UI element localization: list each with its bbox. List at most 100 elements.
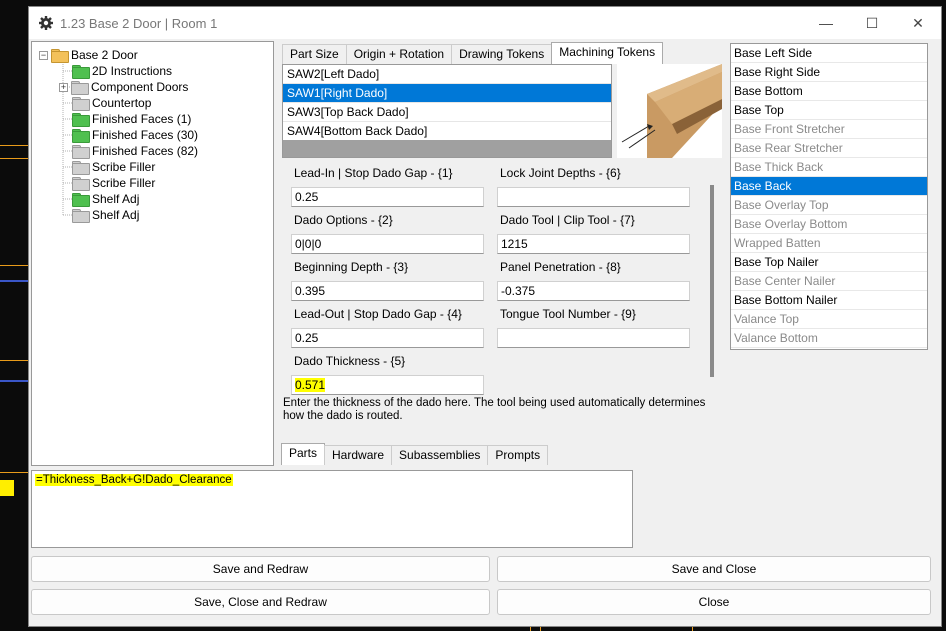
- part-list-item[interactable]: Base Overlay Bottom: [731, 215, 927, 234]
- tree-item[interactable]: + Component Doors: [59, 79, 188, 95]
- background-line: [0, 380, 28, 382]
- formula-text: =Thickness_Back+G!Dado_Clearance: [35, 474, 233, 486]
- folder-icon: [71, 81, 89, 95]
- part-list-item[interactable]: Base Front Stretcher: [731, 120, 927, 139]
- title-bar[interactable]: 1.23 Base 2 Door | Room 1 — ☐ ✕: [29, 7, 941, 39]
- tree-item-label: Finished Faces (82): [92, 144, 199, 158]
- formula-editor[interactable]: =Thickness_Back+G!Dado_Clearance: [31, 470, 633, 548]
- tree-item-label: Finished Faces (30): [92, 128, 199, 142]
- tab-prompts[interactable]: Prompts: [487, 445, 549, 465]
- tab-drawing-tokens[interactable]: Drawing Tokens: [451, 44, 553, 64]
- tree-item[interactable]: Finished Faces (30): [72, 127, 198, 143]
- tree-item[interactable]: Scribe Filler: [72, 175, 155, 191]
- part-list-item[interactable]: Base Right Side: [731, 63, 927, 82]
- param-label-5: Dado Thickness - {5}: [294, 354, 406, 368]
- tree-item[interactable]: Countertop: [72, 95, 151, 111]
- part-list-item[interactable]: Valance Top: [731, 310, 927, 329]
- tree-item-label: Scribe Filler: [92, 160, 156, 174]
- param-input-3[interactable]: 0.395: [291, 281, 484, 301]
- tree-item-label: Component Doors: [91, 80, 189, 94]
- close-button[interactable]: Close: [497, 589, 931, 615]
- tab-parts[interactable]: Parts: [281, 443, 326, 465]
- background-line: [0, 158, 28, 159]
- tab-subassemblies[interactable]: Subassemblies: [391, 445, 489, 465]
- param-input-5[interactable]: 0.571: [291, 375, 484, 395]
- tree-item[interactable]: 2D Instructions: [72, 63, 172, 79]
- param-input-8[interactable]: -0.375: [497, 281, 690, 301]
- dado-preview-drawing: [621, 64, 722, 158]
- background-line: [0, 472, 28, 473]
- tree-item-label: 2D Instructions: [92, 64, 173, 78]
- param-label-7: Dado Tool | Clip Tool - {7}: [500, 213, 635, 227]
- param-label-4: Lead-Out | Stop Dado Gap - {4}: [294, 307, 462, 321]
- save-and-redraw-button[interactable]: Save and Redraw: [31, 556, 490, 582]
- param-input-7[interactable]: 1215: [497, 234, 690, 254]
- param-input-9[interactable]: [497, 328, 690, 348]
- folder-icon: [72, 177, 90, 191]
- part-list-item[interactable]: Base Center Nailer: [731, 272, 927, 291]
- tree-root[interactable]: − Base 2 Door: [39, 47, 138, 63]
- tab-machining-tokens[interactable]: Machining Tokens: [551, 42, 664, 64]
- tree-item[interactable]: Finished Faces (1): [72, 111, 191, 127]
- param-input-1[interactable]: 0.25: [291, 187, 484, 207]
- folder-icon: [72, 209, 90, 223]
- assembly-tree[interactable]: − Base 2 Door 2D Instructions + Component …: [31, 41, 274, 466]
- param-label-1: Lead-In | Stop Dado Gap - {1}: [294, 166, 453, 180]
- token-list-item[interactable]: SAW4[Bottom Back Dado]: [283, 122, 611, 141]
- maximize-button[interactable]: ☐: [849, 7, 895, 39]
- part-list-item[interactable]: Wrapped Batten: [731, 234, 927, 253]
- part-list-item[interactable]: Base Bottom: [731, 82, 927, 101]
- token-list-item[interactable]: SAW1[Right Dado]: [283, 84, 611, 103]
- param-label-9: Tongue Tool Number - {9}: [500, 307, 636, 321]
- tree-item-label: Scribe Filler: [92, 176, 156, 190]
- part-list-item[interactable]: Base Top: [731, 101, 927, 120]
- tree-item[interactable]: Shelf Adj: [72, 191, 139, 207]
- folder-icon: [72, 113, 90, 127]
- folder-open-icon: [51, 49, 69, 63]
- folder-icon: [72, 145, 90, 159]
- top-tabstrip: Part Size Origin + Rotation Drawing Tokens…: [282, 42, 664, 64]
- part-list-item[interactable]: Base Overlay Top: [731, 196, 927, 215]
- machining-token-list[interactable]: SAW2[Left Dado] SAW1[Right Dado] SAW3[Top …: [282, 64, 612, 158]
- param-input-5-value: 0.571: [295, 378, 326, 392]
- folder-icon: [72, 193, 90, 207]
- expand-icon[interactable]: +: [59, 82, 68, 92]
- tab-part-size[interactable]: Part Size: [282, 44, 347, 64]
- part-list-item[interactable]: Base Bottom Nailer: [731, 291, 927, 310]
- background-line: [0, 145, 28, 146]
- tree-item[interactable]: Shelf Adj: [72, 207, 139, 223]
- background-line: [0, 280, 28, 282]
- params-scrollbar[interactable]: [710, 185, 714, 377]
- minimize-button[interactable]: —: [803, 7, 849, 39]
- param-input-4[interactable]: 0.25: [291, 328, 484, 348]
- background-line: [0, 265, 28, 266]
- part-list-item[interactable]: Valance Bottom: [731, 329, 927, 348]
- tree-root-label: Base 2 Door: [71, 48, 138, 62]
- part-list-item[interactable]: Base Left Side: [731, 44, 927, 63]
- part-list-item[interactable]: Base Thick Back: [731, 158, 927, 177]
- folder-icon: [72, 97, 90, 111]
- save-close-redraw-button[interactable]: Save, Close and Redraw: [31, 589, 490, 615]
- part-list-item[interactable]: Base Top Nailer: [731, 253, 927, 272]
- token-list-item[interactable]: SAW3[Top Back Dado]: [283, 103, 611, 122]
- close-window-button[interactable]: ✕: [895, 7, 941, 39]
- dado-preview-image: [617, 64, 722, 158]
- part-list-item[interactable]: Base Back: [731, 177, 927, 196]
- collapse-icon[interactable]: −: [39, 50, 48, 60]
- token-list-footer: [283, 140, 611, 157]
- tab-origin-rotation[interactable]: Origin + Rotation: [345, 44, 453, 64]
- tree-item[interactable]: Scribe Filler: [72, 159, 155, 175]
- background-highlight: [0, 480, 14, 496]
- save-and-close-button[interactable]: Save and Close: [497, 556, 931, 582]
- token-list-item[interactable]: SAW2[Left Dado]: [283, 65, 611, 84]
- parts-list[interactable]: Base Left Side Base Right Side Base Bottom…: [730, 43, 928, 350]
- param-label-3: Beginning Depth - {3}: [294, 260, 409, 274]
- tab-hardware[interactable]: Hardware: [324, 445, 393, 465]
- tree-item-label: Shelf Adj: [92, 192, 140, 206]
- part-properties-window: 1.23 Base 2 Door | Room 1 — ☐ ✕ − Base 2…: [28, 6, 942, 627]
- param-input-6[interactable]: [497, 187, 690, 207]
- tree-item[interactable]: Finished Faces (82): [72, 143, 198, 159]
- tree-item-label: Shelf Adj: [92, 208, 140, 222]
- part-list-item[interactable]: Base Rear Stretcher: [731, 139, 927, 158]
- param-input-2[interactable]: 0|0|0: [291, 234, 484, 254]
